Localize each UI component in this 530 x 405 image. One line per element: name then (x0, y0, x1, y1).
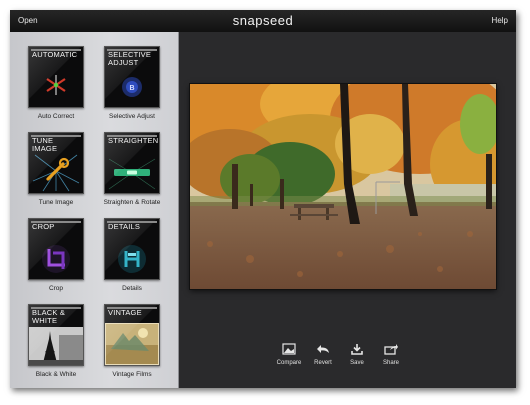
app-logo: snapseed (232, 13, 294, 28)
tool-label: Selective Adjust (109, 113, 155, 120)
tool-crop[interactable]: CROP Crop (18, 218, 94, 292)
tool-tile: B SELECTIVE ADJUST (104, 46, 160, 108)
tool-tile: VINTAGE (104, 304, 160, 366)
tile-title: BLACK & WHITE (32, 308, 66, 325)
tool-label: Black & White (35, 371, 77, 378)
tile-title: AUTOMATIC (32, 50, 78, 59)
save-icon (351, 344, 363, 355)
tool-straighten-rotate[interactable]: STRAIGHTEN Straighten & Rotate (94, 132, 170, 206)
compare-icon (282, 343, 296, 355)
tile-title: SELECTIVE ADJUST (108, 50, 152, 67)
revert-button[interactable]: Revert (306, 343, 340, 366)
top-bar: Open snapseed Help (10, 10, 516, 32)
revert-icon (317, 345, 329, 353)
tool-label: Vintage Films (112, 371, 152, 378)
tile-title: TUNE IMAGE (32, 136, 58, 153)
tool-tile: CROP (28, 218, 84, 280)
tile-title: VINTAGE (108, 308, 142, 317)
tool-label: Tune Image (38, 199, 74, 206)
compare-label: Compare (276, 360, 302, 366)
revert-label: Revert (314, 360, 332, 366)
share-button[interactable]: Share (374, 343, 408, 366)
share-label: Share (382, 360, 399, 366)
app-window: Open snapseed Help AUTOMATIC Auto Correc… (10, 10, 516, 388)
action-bar: Compare Revert Save Share (272, 343, 412, 373)
tool-tune-image[interactable]: TUNE IMAGE Tune Image (18, 132, 94, 206)
help-button[interactable]: Help (492, 16, 508, 25)
tool-tile: STRAIGHTEN (104, 132, 160, 194)
compare-button[interactable]: Compare (272, 343, 306, 366)
tools-sidebar: AUTOMATIC Auto Correct B SELECTIVE ADJUS… (10, 32, 179, 388)
tool-auto-correct[interactable]: AUTOMATIC Auto Correct (18, 46, 94, 120)
tool-label: Details (122, 285, 142, 292)
tool-tile: DETAILS (104, 218, 160, 280)
share-icon (384, 344, 398, 355)
tool-label: Straighten & Rotate (103, 199, 161, 206)
save-button[interactable]: Save (340, 343, 374, 366)
tool-tile: TUNE IMAGE (28, 132, 84, 194)
tool-details[interactable]: DETAILS Details (94, 218, 170, 292)
tool-vintage-films[interactable]: VINTAGE Vintage Films (94, 304, 170, 378)
tool-label: Auto Correct (37, 113, 75, 120)
tile-title: CROP (32, 222, 55, 231)
tool-tile: AUTOMATIC (28, 46, 84, 108)
tool-tile: BLACK & WHITE (28, 304, 84, 366)
autumn-park-photo (190, 84, 496, 289)
tile-title: DETAILS (108, 222, 141, 231)
tool-selective-adjust[interactable]: B SELECTIVE ADJUST Selective Adjust (94, 46, 170, 120)
tool-label: Crop (48, 285, 64, 292)
save-label: Save (350, 360, 364, 366)
tile-title: STRAIGHTEN (108, 136, 159, 145)
tool-black-white[interactable]: BLACK & WHITE Black & White (18, 304, 94, 378)
